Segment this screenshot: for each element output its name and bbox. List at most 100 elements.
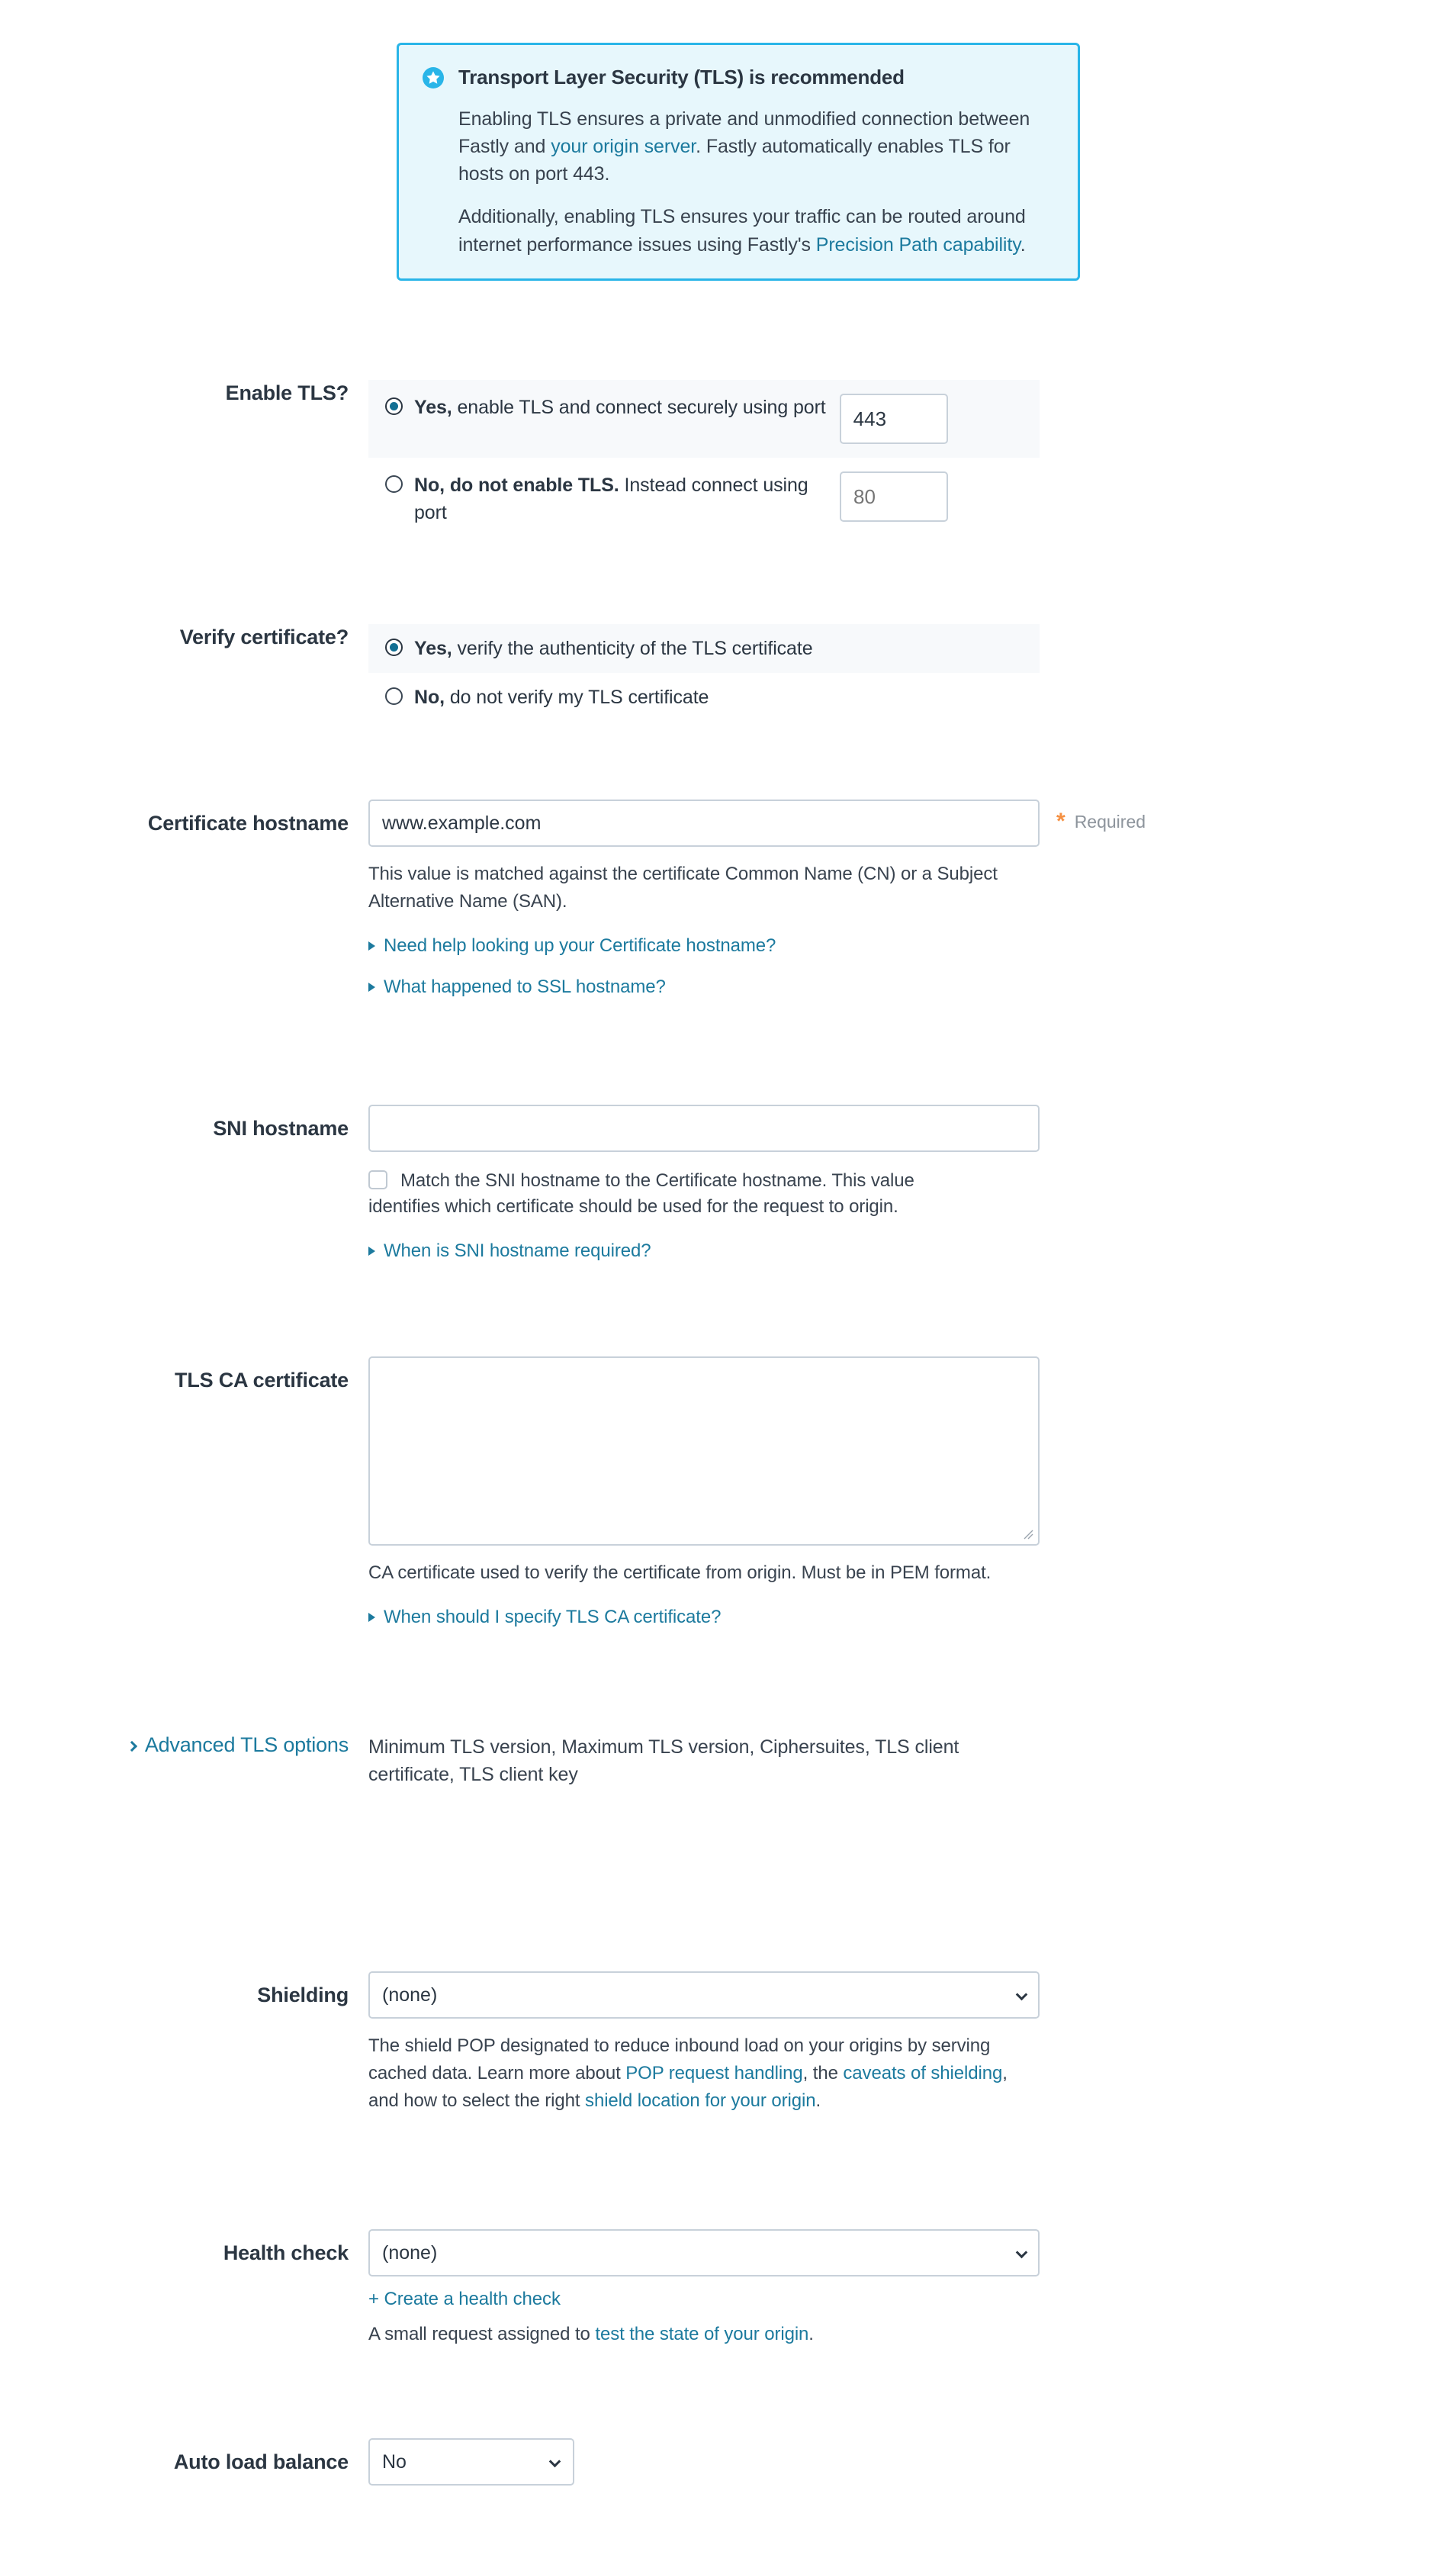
callout-body: Enabling TLS ensures a private and unmod…	[458, 105, 1055, 259]
precision-path-link[interactable]: Precision Path capability	[816, 234, 1020, 256]
disclosure-certificate-hostname-help[interactable]: Need help looking up your Certificate ho…	[368, 935, 1456, 957]
tls-ca-certificate-help: CA certificate used to verify the certif…	[368, 1562, 992, 1583]
callout-header: Transport Layer Security (TLS) is recomm…	[422, 65, 1055, 90]
enable-tls-label: Enable TLS?	[225, 381, 349, 404]
health-check-row: Health check (none) + Create a health ch…	[0, 2229, 1456, 2348]
disclosure-sni-hostname-label: When is SNI hostname required?	[384, 1240, 651, 1261]
verify-cert-no-rest: do not verify my TLS certificate	[444, 687, 709, 709]
advanced-tls-options-field: Minimum TLS version, Maximum TLS version…	[368, 1733, 1456, 1789]
advanced-tls-options-toggle[interactable]: Advanced TLS options	[0, 1733, 368, 1757]
enable-tls-no-text: No, do not enable TLS. Instead connect u…	[414, 471, 826, 527]
enable-tls-yes-rest: enable TLS and connect securely using po…	[452, 397, 826, 418]
certificate-hostname-field: * Required This value is matched against…	[368, 800, 1456, 998]
certificate-hostname-required-flag: * Required	[1056, 810, 1146, 833]
verify-certificate-row: Verify certificate? Yes, verify the auth…	[0, 624, 1456, 722]
required-asterisk-icon: *	[1056, 809, 1065, 834]
callout-paragraph-1: Enabling TLS ensures a private and unmod…	[458, 105, 1055, 188]
verify-cert-yes-strong: Yes,	[414, 638, 452, 659]
sni-hostname-input[interactable]	[368, 1105, 1040, 1152]
shield-location-link[interactable]: shield location for your origin	[585, 2090, 816, 2111]
callout-p2-text-after: .	[1020, 233, 1026, 256]
sni-hostname-label: SNI hostname	[213, 1117, 349, 1140]
tls-ca-certificate-field: CA certificate used to verify the certif…	[368, 1356, 1456, 1628]
shielding-help-part2: , the	[802, 2063, 844, 2083]
radio-yes-enable-tls[interactable]	[385, 397, 403, 415]
shielding-label: Shielding	[257, 1984, 349, 2006]
health-check-help-part1: A small request assigned to	[368, 2324, 596, 2344]
tls-ca-certificate-row: TLS CA certificate CA certificate used t…	[0, 1356, 1456, 1628]
origin-server-link[interactable]: your origin server	[551, 136, 696, 157]
verify-certificate-label: Verify certificate?	[179, 626, 349, 648]
test-origin-state-link[interactable]: test the state of your origin	[595, 2324, 808, 2344]
disclosure-tls-ca-certificate[interactable]: When should I specify TLS CA certificate…	[368, 1607, 1456, 1628]
enable-tls-yes-text: Yes, enable TLS and connect securely usi…	[414, 394, 826, 421]
verify-certificate-radio-group: Yes, verify the authenticity of the TLS …	[368, 624, 1040, 722]
verify-cert-no-strong: No,	[414, 687, 445, 709]
verify-certificate-field: Yes, verify the authenticity of the TLS …	[368, 624, 1456, 722]
enable-tls-option-yes[interactable]: Yes, enable TLS and connect securely usi…	[368, 380, 1040, 458]
enable-tls-radio-group: Yes, enable TLS and connect securely usi…	[368, 380, 1040, 541]
tls-recommendation-callout: Transport Layer Security (TLS) is recomm…	[397, 43, 1080, 281]
certificate-hostname-label: Certificate hostname	[147, 812, 349, 835]
pop-request-handling-link[interactable]: POP request handling	[625, 2063, 802, 2083]
auto-load-balance-row: Auto load balance No Yes	[0, 2438, 1456, 2486]
required-text: Required	[1074, 811, 1146, 832]
certificate-hostname-input[interactable]	[368, 800, 1040, 847]
sni-match-label-line1: Match the SNI hostname to the Certificat…	[400, 1170, 914, 1191]
shielding-select-wrap: (none)	[368, 1971, 1040, 2019]
sni-hostname-field: Match the SNI hostname to the Certificat…	[368, 1105, 1456, 1262]
disclosure-sni-hostname-required[interactable]: When is SNI hostname required?	[368, 1240, 1456, 1262]
enable-tls-field: Yes, enable TLS and connect securely usi…	[368, 380, 1456, 541]
radio-yes-verify-certificate[interactable]	[385, 639, 403, 656]
certificate-hostname-help: This value is matched against the certif…	[368, 864, 998, 912]
sni-match-checkbox[interactable]	[368, 1170, 387, 1189]
advanced-tls-options-label: Advanced TLS options	[144, 1733, 349, 1756]
shielding-help-part4: .	[815, 2090, 821, 2111]
advanced-tls-options-description: Minimum TLS version, Maximum TLS version…	[368, 1736, 959, 1786]
verify-certificate-option-yes[interactable]: Yes, verify the authenticity of the TLS …	[368, 624, 1040, 674]
disclosure-ssl-hostname-label: What happened to SSL hostname?	[384, 977, 666, 997]
triangle-right-icon	[368, 941, 375, 951]
callout-paragraph-2: Additionally, enabling TLS ensures your …	[458, 203, 1055, 259]
caveats-of-shielding-link[interactable]: caveats of shielding	[843, 2063, 1002, 2083]
shielding-select[interactable]: (none)	[368, 1971, 1040, 2019]
sni-match-checkbox-row[interactable]: Match the SNI hostname to the Certificat…	[368, 1167, 1044, 1195]
shielding-field: (none) The shield POP designated to redu…	[368, 1971, 1456, 2115]
health-check-help: A small request assigned to test the sta…	[368, 2321, 1040, 2348]
triangle-right-icon	[368, 983, 375, 992]
tls-ca-certificate-label: TLS CA certificate	[175, 1369, 349, 1392]
health-check-select[interactable]: (none)	[368, 2229, 1040, 2276]
star-badge-icon	[422, 66, 445, 89]
non-tls-port-input[interactable]	[840, 471, 948, 522]
health-check-field: (none) + Create a health check A small r…	[368, 2229, 1456, 2348]
sni-hostname-row: SNI hostname Match the SNI hostname to t…	[0, 1105, 1456, 1262]
health-check-select-wrap: (none)	[368, 2229, 1040, 2276]
verify-certificate-no-text: No, do not verify my TLS certificate	[414, 684, 709, 711]
shielding-help: The shield POP designated to reduce inbo…	[368, 2032, 1040, 2115]
certificate-hostname-row: Certificate hostname * Required This val…	[0, 800, 1456, 998]
auto-load-balance-label: Auto load balance	[173, 2450, 349, 2473]
radio-no-enable-tls[interactable]	[385, 475, 403, 493]
tls-ca-certificate-textarea[interactable]	[368, 1356, 1040, 1546]
enable-tls-option-no[interactable]: No, do not enable TLS. Instead connect u…	[368, 458, 1040, 541]
enable-tls-yes-strong: Yes,	[414, 397, 452, 418]
auto-load-balance-select[interactable]: No Yes	[368, 2438, 574, 2486]
triangle-right-icon	[368, 1613, 375, 1622]
auto-load-balance-select-wrap: No Yes	[368, 2438, 574, 2486]
tls-port-input[interactable]	[839, 394, 948, 444]
advanced-tls-options-row: Advanced TLS options Minimum TLS version…	[0, 1733, 1456, 1789]
health-check-label: Health check	[223, 2241, 349, 2264]
verify-cert-yes-rest: verify the authenticity of the TLS certi…	[452, 638, 813, 659]
origin-tls-settings-form: Transport Layer Security (TLS) is recomm…	[0, 0, 1456, 2558]
chevron-right-icon	[126, 1740, 137, 1752]
verify-certificate-yes-text: Yes, verify the authenticity of the TLS …	[414, 635, 813, 662]
health-check-help-part2: .	[808, 2324, 814, 2344]
verify-certificate-option-no[interactable]: No, do not verify my TLS certificate	[368, 673, 1040, 722]
disclosure-certificate-hostname-label: Need help looking up your Certificate ho…	[384, 935, 776, 956]
enable-tls-no-strong: No, do not enable TLS.	[414, 475, 619, 496]
shielding-row: Shielding (none) The shield POP designat…	[0, 1971, 1456, 2115]
disclosure-ssl-hostname[interactable]: What happened to SSL hostname?	[368, 977, 1456, 998]
enable-tls-row: Enable TLS? Yes, enable TLS and connect …	[0, 380, 1456, 541]
create-health-check-link[interactable]: + Create a health check	[368, 2289, 1456, 2310]
radio-no-verify-certificate[interactable]	[385, 687, 403, 706]
